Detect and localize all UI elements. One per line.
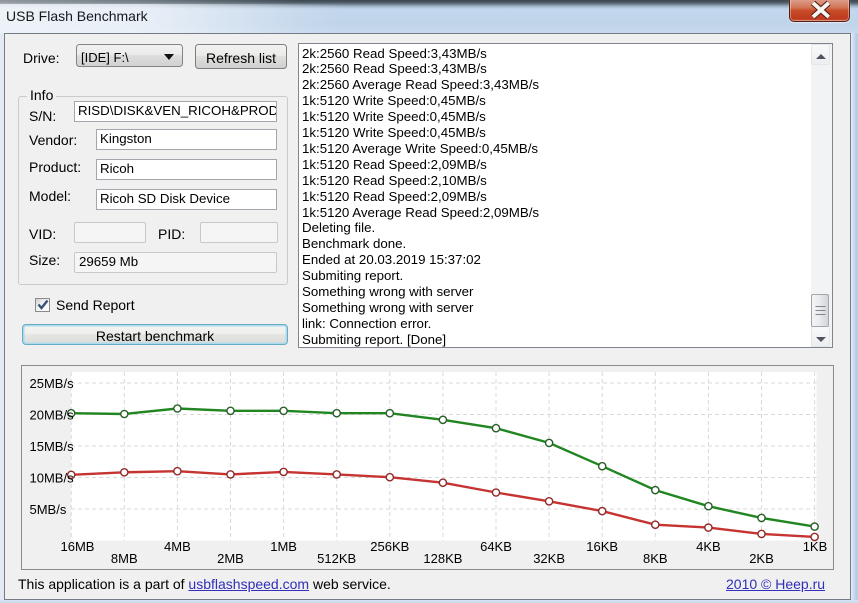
svg-text:16KB: 16KB <box>586 539 618 554</box>
svg-text:16MB: 16MB <box>61 539 95 554</box>
svg-text:2MB: 2MB <box>217 551 244 566</box>
svg-text:2KB: 2KB <box>749 551 774 566</box>
svg-text:128KB: 128KB <box>423 551 462 566</box>
svg-text:256KB: 256KB <box>370 539 409 554</box>
svg-text:25MB/s: 25MB/s <box>30 376 75 391</box>
svg-text:1KB: 1KB <box>803 539 828 554</box>
svg-text:1MB: 1MB <box>270 539 297 554</box>
svg-text:15MB/s: 15MB/s <box>30 439 75 454</box>
svg-text:20MB/s: 20MB/s <box>30 408 75 423</box>
svg-text:8KB: 8KB <box>643 551 668 566</box>
svg-text:4MB: 4MB <box>164 539 191 554</box>
svg-text:64KB: 64KB <box>480 539 512 554</box>
svg-text:5MB/s: 5MB/s <box>30 502 67 517</box>
svg-text:4KB: 4KB <box>696 539 721 554</box>
svg-text:8MB: 8MB <box>111 551 138 566</box>
svg-text:512KB: 512KB <box>317 551 356 566</box>
svg-text:10MB/s: 10MB/s <box>30 471 75 486</box>
svg-text:32KB: 32KB <box>533 551 565 566</box>
